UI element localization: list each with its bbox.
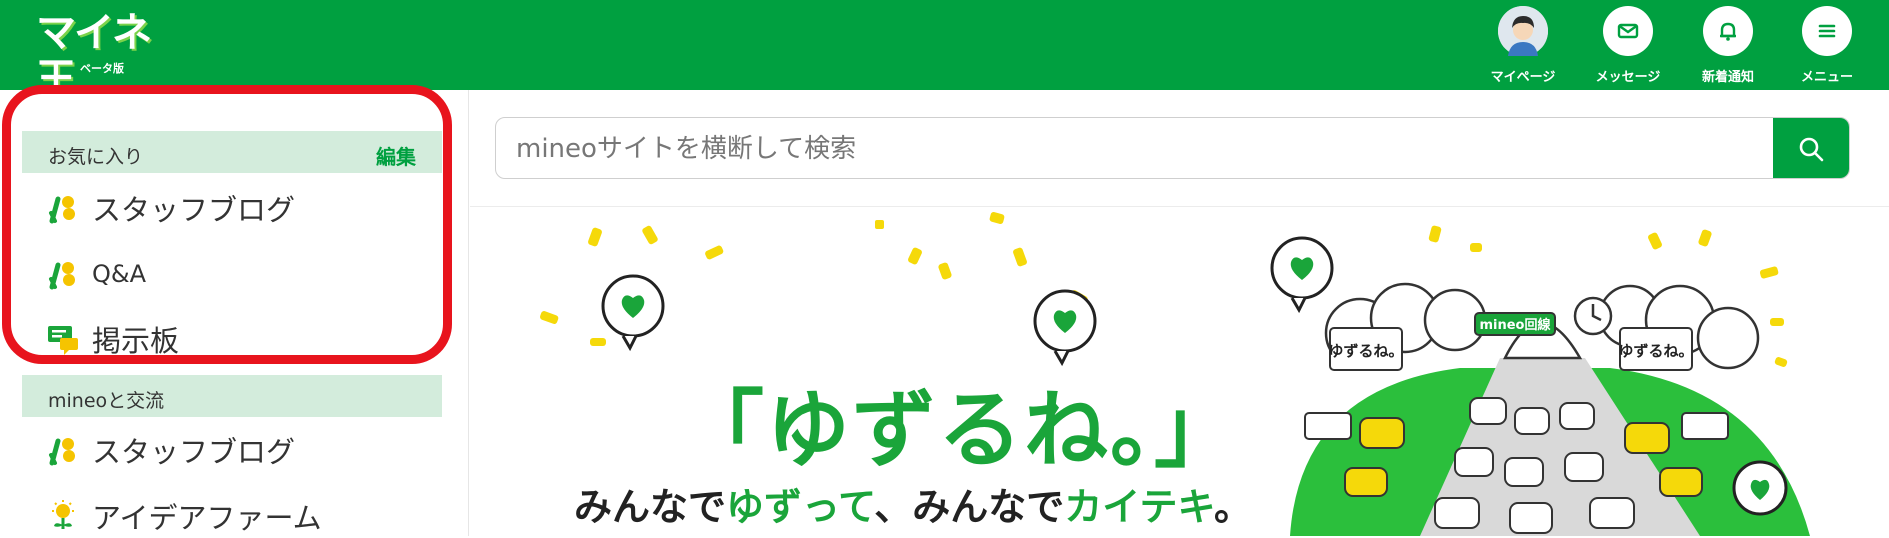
menu-icon — [1802, 6, 1852, 56]
header-bar: マイネ王 ベータ版 マイページ メッセージ 新着通知 メニュー — [0, 0, 1889, 102]
nav-notification-label: 新着通知 — [1701, 70, 1754, 85]
campaign-banner[interactable]: mineo回線 ゆずるね。 ゆずるね。 「ゆずるね。」 みんなでゆずって、みんな… — [470, 208, 1889, 536]
content-divider — [470, 206, 1889, 207]
search-input[interactable] — [514, 118, 1758, 178]
nav-message[interactable]: メッセージ — [1583, 6, 1673, 86]
banner-subtitle-part: みんなで — [574, 485, 727, 529]
highlight-annotation — [2, 85, 452, 364]
logo-beta-label: ベータ版 — [80, 62, 124, 75]
community-header: mineoと交流 — [22, 375, 442, 417]
mail-icon — [1603, 6, 1653, 56]
nav-mypage-label: マイページ — [1490, 70, 1556, 85]
sidebar-item-label: アイデアファーム — [92, 501, 322, 535]
banner-sign-text: mineo回線 — [1479, 317, 1551, 333]
nav-notification[interactable]: 新着通知 — [1683, 6, 1773, 86]
nav-menu[interactable]: メニュー — [1782, 6, 1872, 86]
sidebar-item-label: スタッフブログ — [92, 435, 296, 469]
nav-menu-label: メニュー — [1800, 70, 1853, 85]
sidebar-item-staff-blog-2[interactable]: スタッフブログ — [46, 428, 295, 472]
search-box — [495, 117, 1850, 179]
community-title: mineoと交流 — [48, 390, 165, 412]
nav-mypage[interactable]: マイページ — [1478, 6, 1568, 86]
search-icon — [1799, 137, 1824, 162]
bell-icon — [1703, 6, 1753, 56]
banner-subtitle-part: 、みんなで — [874, 485, 1065, 529]
banner-sign-label: ゆずるね。 — [1618, 342, 1693, 360]
sidebar-divider — [468, 90, 469, 536]
site-logo[interactable]: マイネ王 ベータ版 — [36, 10, 176, 102]
banner-subtitle-part: カイテキ — [1064, 485, 1214, 529]
banner-subtitle-part: ゆずって — [726, 485, 875, 529]
nav-message-label: メッセージ — [1595, 70, 1661, 85]
avatar — [1498, 6, 1548, 56]
banner-subtitle: みんなでゆずって、みんなでカイテキ。 — [574, 476, 1252, 531]
staff-blog-icon — [46, 433, 80, 467]
search-button[interactable] — [1773, 118, 1849, 178]
sidebar-item-idea-farm[interactable]: アイデアファーム — [46, 494, 322, 538]
banner-title: 「ゆずるね。」 — [680, 381, 1241, 479]
banner-subtitle-part: 。 — [1213, 485, 1252, 529]
idea-farm-icon — [46, 499, 80, 533]
banner-sign-label: ゆずるね。 — [1328, 342, 1403, 360]
